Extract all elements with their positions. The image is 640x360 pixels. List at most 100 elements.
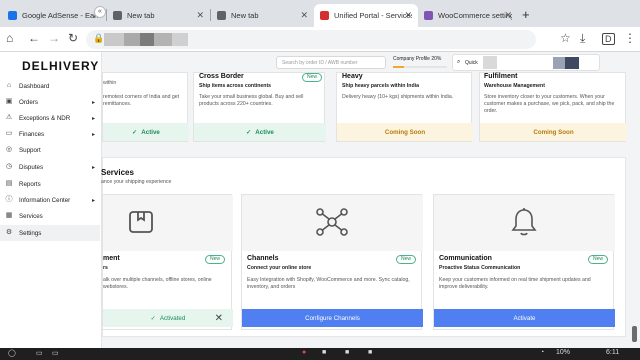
sidebar-item-label: Services [19, 212, 43, 220]
card-description: Take your small business global. Buy and… [199, 94, 304, 107]
status-coming-soon: Coming Soon [337, 123, 473, 141]
adsense-favicon-icon [8, 11, 17, 20]
sidebar-item-dashboard[interactable]: ⌂ Dashboard [0, 78, 100, 94]
collapse-sidebar-button[interactable]: « [94, 6, 106, 18]
card-subtitle: Connect your online store [247, 265, 312, 271]
new-badge: New [302, 73, 322, 82]
tab-woocommerce[interactable]: WooCommerce settings ‹ imr ✕ [418, 4, 518, 27]
reload-icon[interactable]: ↻ [68, 31, 78, 45]
app-icon[interactable]: ■ [368, 349, 372, 356]
sidebar-item-label: Finances [19, 130, 45, 138]
chevron-right-icon: ▸ [91, 99, 95, 106]
support-icon: ◎ [5, 146, 13, 153]
close-icon[interactable]: ✕ [404, 10, 412, 21]
download-icon[interactable]: ⤓ [580, 31, 585, 46]
redacted-url [140, 33, 154, 46]
service-card-cross-border: Cross Border Ship items across continent… [193, 72, 326, 142]
tab-new-1[interactable]: New tab ✕ [107, 4, 210, 27]
profile-progress-fill [393, 66, 404, 68]
tab-unified-portal[interactable]: Unified Portal - Services - Log ✕ [314, 4, 418, 27]
chrome-app-icon[interactable]: ● [302, 349, 306, 356]
lock-icon: 🔒 [93, 33, 105, 43]
app-icon[interactable]: ■ [345, 349, 349, 356]
tab-adsense[interactable]: Google AdSense - Earn Mone ✕ [2, 4, 106, 27]
sidebar-item-exceptions[interactable]: ⚠ Exceptions & NDR ▸ [0, 110, 100, 126]
vertical-scrollbar[interactable] [630, 52, 640, 348]
chevron-right-icon: ▸ [91, 164, 95, 171]
tab-new-2[interactable]: New tab ✕ [211, 4, 314, 27]
delhivery-favicon-icon [320, 11, 329, 20]
status-active: ✓ Active [103, 123, 189, 141]
services-icon: ▦ [5, 212, 13, 219]
home-icon[interactable]: ⌂ [6, 31, 13, 45]
close-icon[interactable]: ✕ [215, 313, 223, 324]
redacted-block [483, 56, 497, 69]
new-tab-button[interactable]: + [522, 7, 530, 22]
card-description: Store inventory closer to your customers… [484, 94, 615, 114]
chrome-favicon-icon [217, 11, 226, 20]
star-icon[interactable]: ☆ [560, 31, 571, 45]
window-icon[interactable]: ▭ [52, 349, 59, 357]
status-coming-soon: Coming Soon [480, 123, 627, 141]
card-subtitle: Ship items across continents [199, 83, 272, 89]
browser-toolbar: ⌂ ← → ↻ 🔒 ☆ ⤓ D ⋮ [0, 27, 640, 52]
close-icon[interactable]: ✕ [300, 10, 308, 21]
sidebar-item-finances[interactable]: ▭ Finances ▸ [0, 126, 100, 142]
service-card-heavy: Heavy Ship heavy parcels within India De… [336, 72, 473, 142]
tab-title: New tab [231, 11, 259, 20]
card-icon-area [434, 195, 615, 251]
sidebar-item-label: Reports [19, 180, 41, 188]
back-icon[interactable]: ← [28, 31, 40, 45]
card-subtitle: Proactive Status Communication [439, 265, 521, 271]
sidebar-item-orders[interactable]: ▣ Orders ▸ [0, 94, 100, 110]
search-input[interactable]: Search by order ID / AWB number [276, 56, 386, 69]
package-icon [129, 211, 153, 233]
configure-channels-button[interactable]: Configure Channels [242, 309, 423, 327]
delhivery-logo[interactable]: DELHIVERY [22, 59, 99, 73]
address-bar[interactable]: 🔒 [86, 30, 536, 49]
close-icon[interactable]: ✕ [504, 10, 512, 21]
chrome-favicon-icon [113, 11, 122, 20]
check-icon: ✓ [150, 314, 156, 322]
tab-title: New tab [127, 11, 155, 20]
sidebar-item-reports[interactable]: ▤ Reports [0, 176, 100, 192]
card-title: Communication [439, 255, 492, 262]
check-icon: ✓ [246, 128, 252, 136]
window-icon[interactable]: ▭ [36, 349, 43, 357]
sidebar-item-label: Orders [19, 98, 38, 106]
tab-title: WooCommerce settings ‹ imr [438, 11, 512, 20]
forward-icon[interactable]: → [48, 31, 60, 45]
extension-icon[interactable]: D [602, 33, 615, 45]
close-icon[interactable]: ✕ [196, 10, 204, 21]
redacted-url [104, 33, 124, 46]
scrollbar-thumb[interactable] [632, 326, 637, 342]
sidebar-item-label: Support [19, 146, 41, 154]
tab-title: Google AdSense - Earn Mone [22, 11, 100, 20]
clock[interactable]: 6:11 [606, 349, 619, 356]
card-description: remotest corners of India and get remitt… [103, 94, 180, 107]
activate-button[interactable]: Activate [434, 309, 615, 327]
company-profile-label[interactable]: Company Profile 20% [393, 56, 441, 62]
section-title: Services [101, 168, 134, 177]
sidebar-item-label: Dashboard [19, 82, 50, 90]
menu-icon[interactable]: ⋮ [624, 31, 636, 45]
sidebar-item-label: Settings [19, 229, 42, 237]
redacted-url [154, 33, 172, 46]
card-description: Keep your customers informed on real tim… [439, 277, 591, 290]
sidebar-item-support[interactable]: ◎ Support [0, 142, 100, 158]
check-icon: ✓ [132, 128, 138, 136]
status-active: ✓ Active [194, 123, 326, 141]
quick-actions[interactable]: ⌕ Quick [452, 54, 600, 71]
card-icon-area [103, 195, 233, 251]
launcher-icon[interactable]: ◯ [8, 349, 16, 357]
sidebar-item-information-center[interactable]: ⓘ Information Center ▸ [0, 192, 100, 208]
wifi-icon: ◔ [540, 349, 545, 356]
card-subtitle: Warehouse Management [484, 83, 545, 89]
sidebar-item-services[interactable]: ▦ Services [0, 208, 100, 224]
card-description: alk over multiple channels, offline stor… [103, 277, 212, 290]
app-icon[interactable]: ■ [322, 349, 326, 356]
sidebar-item-disputes[interactable]: ◷ Disputes ▸ [0, 159, 100, 175]
service-card-surface: within remotest corners of India and get… [102, 72, 189, 142]
sidebar-item-settings[interactable]: ⚙ Settings [0, 225, 100, 241]
sidebar-item-label: Disputes [19, 163, 44, 171]
